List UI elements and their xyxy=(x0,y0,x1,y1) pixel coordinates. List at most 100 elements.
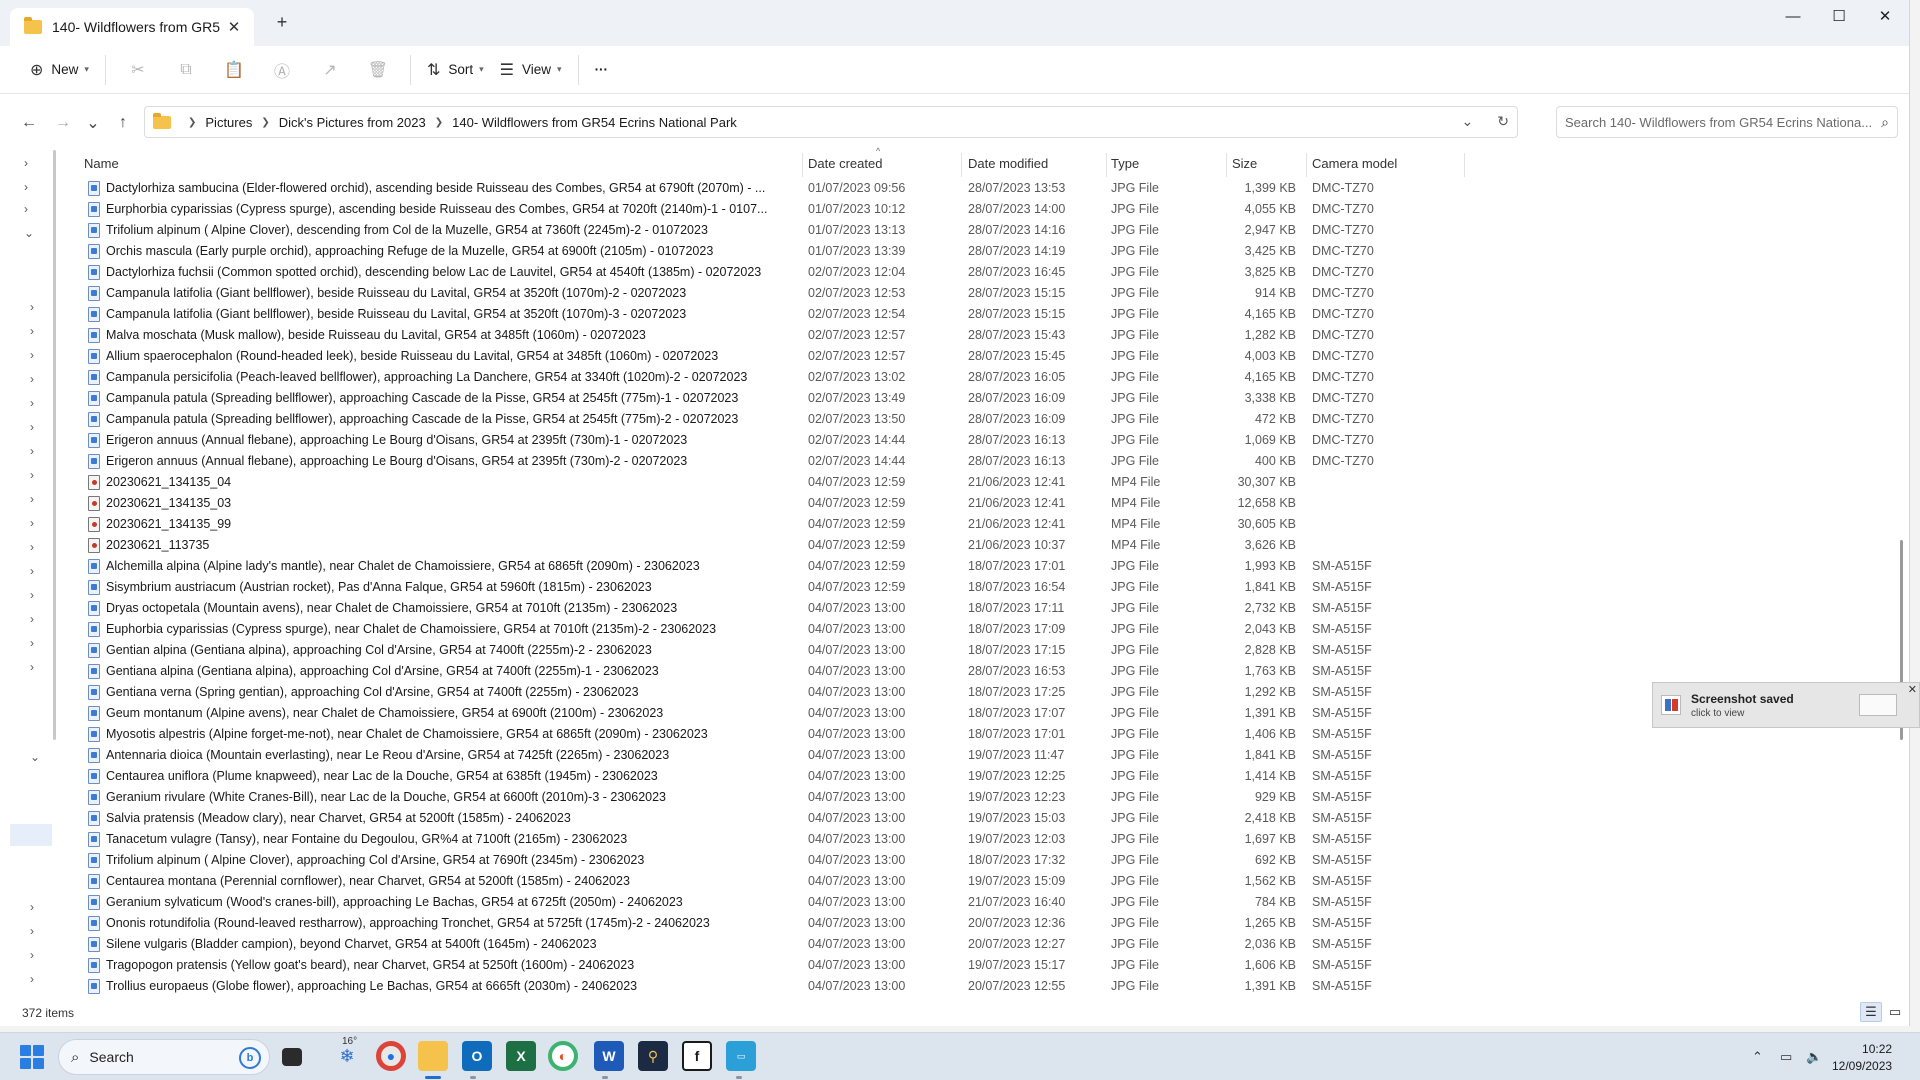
start-button[interactable] xyxy=(20,1045,44,1069)
file-name[interactable]: Campanula latifolia (Giant bellflower), … xyxy=(106,307,868,321)
column-divider[interactable] xyxy=(1106,153,1107,177)
maximize-button[interactable]: ☐ xyxy=(1816,0,1862,32)
file-row[interactable]: Tanacetum vulagre (Tansy), near Fontaine… xyxy=(76,829,1896,850)
collapse-chevron-icon[interactable]: ⌄ xyxy=(30,750,40,764)
close-window-button[interactable]: ✕ xyxy=(1862,0,1908,32)
file-name[interactable]: Alchemilla alpina (Alpine lady's mantle)… xyxy=(106,559,868,573)
file-row[interactable]: Eurphorbia cyparissias (Cypress spurge),… xyxy=(76,199,1896,220)
file-row[interactable]: Gentian alpina (Gentiana alpina), approa… xyxy=(76,640,1896,661)
column-divider[interactable] xyxy=(1464,153,1465,177)
column-divider[interactable] xyxy=(1306,153,1307,177)
tiles-view-icon[interactable]: ▭ xyxy=(1884,1002,1906,1022)
delete-icon[interactable]: 🗑 xyxy=(354,52,402,88)
new-button[interactable]: ⊕ New ▾ xyxy=(22,52,97,88)
file-name[interactable]: Silene vulgaris (Bladder campion), beyon… xyxy=(106,937,868,951)
file-name[interactable]: Campanula latifolia (Giant bellflower), … xyxy=(106,286,868,300)
nav-scrollbar[interactable] xyxy=(53,150,56,740)
rename-icon[interactable]: Ⓐ xyxy=(258,52,306,88)
tab-current-folder[interactable]: 140- Wildflowers from GR5 ✕ xyxy=(10,8,254,46)
system-clock[interactable]: 10:22 12/09/2023 xyxy=(1832,1041,1892,1075)
file-row[interactable]: Alchemilla alpina (Alpine lady's mantle)… xyxy=(76,556,1896,577)
file-name[interactable]: 20230621_134135_99 xyxy=(106,517,868,531)
breadcrumb-dicks-pictures[interactable]: Dick's Pictures from 2023 xyxy=(279,115,426,130)
back-arrow-icon[interactable]: ← xyxy=(16,110,42,136)
file-row[interactable]: 20230621_134135_99 04/07/2023 12:59 21/06/… xyxy=(76,514,1896,535)
file-name[interactable]: Campanula patula (Spreading bellflower),… xyxy=(106,412,868,426)
forward-arrow-icon[interactable]: → xyxy=(50,110,76,136)
file-name[interactable]: Trifolium alpinum ( Alpine Clover), appr… xyxy=(106,853,868,867)
share-icon[interactable]: ↗ xyxy=(306,52,354,88)
app-icon[interactable]: ⚲ xyxy=(638,1041,668,1071)
screenshot-toast[interactable]: Screenshot saved click to view ✕ xyxy=(1652,682,1920,728)
chrome-icon[interactable]: ● xyxy=(376,1041,406,1071)
screenshot-thumbnail[interactable] xyxy=(1859,694,1897,716)
minimize-button[interactable]: — xyxy=(1770,0,1816,32)
cut-icon[interactable]: ✂ xyxy=(114,52,162,88)
file-row[interactable]: Salvia pratensis (Meadow clary), near Ch… xyxy=(76,808,1896,829)
column-divider[interactable] xyxy=(1226,153,1227,177)
file-row[interactable]: Dactylorhiza sambucina (Elder-flowered o… xyxy=(76,178,1896,199)
search-icon[interactable]: ⌕ xyxy=(1881,114,1889,131)
expand-chevron-icon[interactable]: › xyxy=(30,972,34,986)
file-name[interactable]: Sisymbrium austriacum (Austrian rocket),… xyxy=(106,580,868,594)
expand-chevron-icon[interactable]: › xyxy=(30,564,34,578)
expand-chevron-icon[interactable]: › xyxy=(30,372,34,386)
file-row[interactable]: Geranium sylvaticum (Wood's cranes-bill)… xyxy=(76,892,1896,913)
search-input[interactable] xyxy=(1565,114,1882,130)
file-name[interactable]: 20230621_113735 xyxy=(106,538,868,552)
file-name[interactable]: Campanula persicifolia (Peach-leaved bel… xyxy=(106,370,868,384)
column-header-date-created[interactable]: Date created xyxy=(808,156,882,171)
file-row[interactable]: Sisymbrium austriacum (Austrian rocket),… xyxy=(76,577,1896,598)
file-row[interactable]: Orchis mascula (Early purple orchid), ap… xyxy=(76,241,1896,262)
file-name[interactable]: Eurphorbia cyparissias (Cypress spurge),… xyxy=(106,202,868,216)
chevron-right-icon[interactable]: ❯ xyxy=(261,117,269,128)
file-name[interactable]: 20230621_134135_04 xyxy=(106,475,868,489)
file-row[interactable]: Campanula latifolia (Giant bellflower), … xyxy=(76,304,1896,325)
paste-icon[interactable]: 📋 xyxy=(210,52,258,88)
expand-chevron-icon[interactable]: › xyxy=(30,348,34,362)
expand-chevron-icon[interactable]: › xyxy=(30,420,34,434)
file-row[interactable]: Erigeron annuus (Annual flebane), approa… xyxy=(76,451,1896,472)
vertical-scrollbar[interactable] xyxy=(1898,150,1906,998)
file-name[interactable]: Allium spaerocephalon (Round-headed leek… xyxy=(106,349,868,363)
file-row[interactable]: Gentiana alpina (Gentiana alpina), appro… xyxy=(76,661,1896,682)
file-name[interactable]: Geranium rivulare (White Cranes-Bill), n… xyxy=(106,790,868,804)
up-arrow-icon[interactable]: ↑ xyxy=(110,110,136,136)
file-name[interactable]: Ononis rotundifolia (Round-leaved restha… xyxy=(106,916,868,930)
file-name[interactable]: Erigeron annuus (Annual flebane), approa… xyxy=(106,454,868,468)
file-name[interactable]: Tragopogon pratensis (Yellow goat's bear… xyxy=(106,958,868,972)
expand-chevron-icon[interactable]: › xyxy=(30,540,34,554)
file-row[interactable]: Trollius europaeus (Globe flower), appro… xyxy=(76,976,1896,997)
file-name[interactable]: Trollius europaeus (Globe flower), appro… xyxy=(106,979,868,993)
expand-chevron-icon[interactable]: › xyxy=(30,396,34,410)
expand-chevron-icon[interactable]: › xyxy=(30,324,34,338)
file-name[interactable]: 20230621_134135_03 xyxy=(106,496,868,510)
file-name[interactable]: Gentian alpina (Gentiana alpina), approa… xyxy=(106,643,868,657)
breadcrumb-pictures[interactable]: Pictures xyxy=(205,115,252,130)
file-row[interactable]: Tragopogon pratensis (Yellow goat's bear… xyxy=(76,955,1896,976)
file-row[interactable]: Geum montanum (Alpine avens), near Chale… xyxy=(76,703,1896,724)
file-name[interactable]: Centaurea uniflora (Plume knapweed), nea… xyxy=(106,769,868,783)
breadcrumb-current-folder[interactable]: 140- Wildflowers from GR54 Ecrins Nation… xyxy=(452,115,737,130)
file-name[interactable]: Dactylorhiza sambucina (Elder-flowered o… xyxy=(106,181,868,195)
expand-chevron-icon[interactable]: › xyxy=(30,612,34,626)
volume-icon[interactable]: 🔈 xyxy=(1806,1049,1822,1065)
file-row[interactable]: Trifolium alpinum ( Alpine Clover), appr… xyxy=(76,850,1896,871)
address-dropdown-icon[interactable]: ⌄ xyxy=(1462,113,1474,130)
file-name[interactable]: Tanacetum vulagre (Tansy), near Fontaine… xyxy=(106,832,868,846)
collapse-chevron-icon[interactable]: ⌄ xyxy=(24,226,34,240)
copy-icon[interactable]: ⧉ xyxy=(162,52,210,88)
more-options-button[interactable]: ··· xyxy=(587,52,617,88)
file-name[interactable]: Gentiana verna (Spring gentian), approac… xyxy=(106,685,868,699)
file-row[interactable]: Campanula latifolia (Giant bellflower), … xyxy=(76,283,1896,304)
task-view-icon[interactable] xyxy=(282,1048,302,1066)
file-explorer-icon[interactable] xyxy=(418,1041,448,1071)
photos-icon[interactable]: ◐ xyxy=(548,1041,578,1071)
expand-chevron-icon[interactable]: › xyxy=(30,492,34,506)
file-row[interactable]: 20230621_134135_04 04/07/2023 12:59 21/06/… xyxy=(76,472,1896,493)
file-row[interactable]: Euphorbia cyparissias (Cypress spurge), … xyxy=(76,619,1896,640)
expand-chevron-icon[interactable]: › xyxy=(24,156,28,170)
show-hidden-icons-chevron[interactable]: ⌃ xyxy=(1752,1049,1763,1065)
tab-close-icon[interactable]: ✕ xyxy=(224,18,244,36)
copilot-icon[interactable]: b xyxy=(239,1047,261,1069)
